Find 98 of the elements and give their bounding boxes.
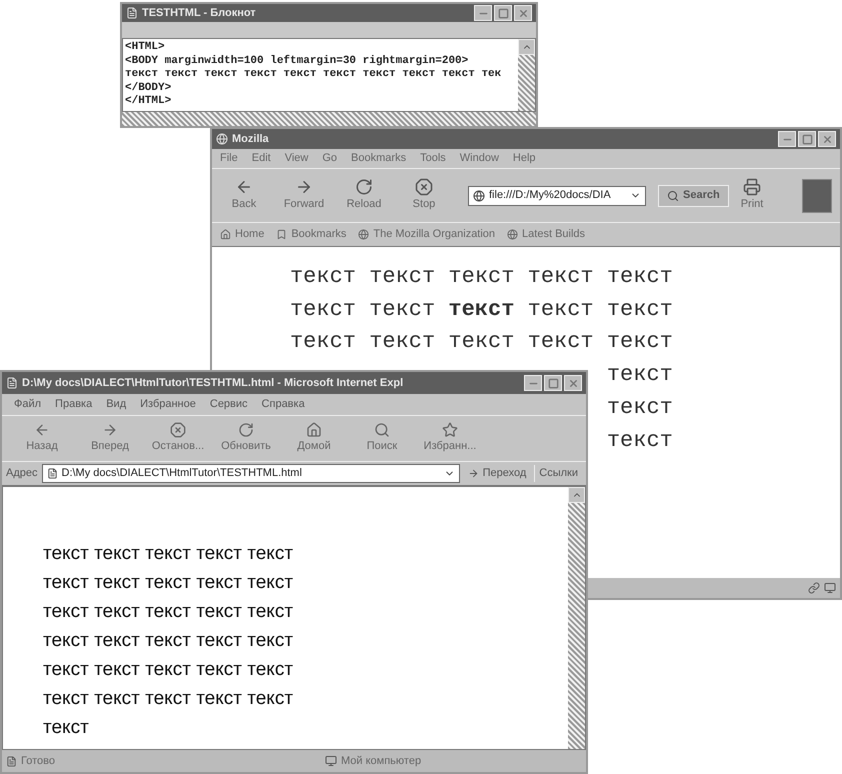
minimize-button[interactable] — [474, 5, 492, 21]
text-line: текст — [606, 394, 673, 422]
bookmark-icon — [276, 229, 288, 240]
links-button[interactable]: Ссылки — [534, 465, 582, 482]
toolbar-button[interactable]: Forward — [280, 178, 328, 213]
close-button[interactable] — [818, 131, 836, 147]
bookmark-button[interactable]: Latest Builds — [507, 226, 586, 243]
text-line: текст текст текст текст текст — [43, 629, 294, 653]
bookmark-button[interactable]: Bookmarks — [276, 226, 346, 243]
text-line: текст текст текст текст текст — [43, 687, 294, 711]
menu-item[interactable]: Вид — [106, 396, 126, 413]
monitor-icon — [824, 582, 836, 594]
home-icon — [306, 422, 322, 438]
maximize-icon — [802, 134, 812, 144]
text-line: текст текст текст текст текст — [43, 542, 294, 566]
menu-item[interactable]: Файл — [14, 396, 42, 413]
menu-item[interactable]: Go — [322, 150, 338, 167]
vertical-scrollbar[interactable] — [518, 39, 535, 111]
close-icon — [568, 378, 578, 388]
text-line: текст текст текст текст текст — [43, 600, 294, 624]
toolbar-button[interactable]: Домой — [282, 422, 346, 455]
toolbar-button[interactable]: Stop — [400, 178, 448, 213]
scroll-up-button[interactable] — [568, 487, 585, 503]
code-line: </BODY> — [125, 82, 172, 95]
maximize-icon — [548, 378, 558, 388]
print-button[interactable]: Print — [740, 178, 764, 213]
horizontal-scrollbar[interactable] — [122, 112, 536, 126]
reload-icon — [355, 178, 373, 196]
home-icon — [220, 229, 231, 240]
toolbar-button[interactable]: Избранн... — [418, 422, 482, 455]
search-button[interactable]: Search — [658, 184, 729, 206]
search-icon — [667, 190, 679, 202]
toolbar-button[interactable]: Обновить — [214, 422, 278, 455]
menu-item[interactable]: Edit — [252, 150, 271, 167]
text-line: текст — [606, 426, 673, 455]
printer-icon — [743, 178, 762, 196]
toolbar-button[interactable]: Поиск — [350, 422, 414, 455]
maximize-button[interactable] — [798, 131, 816, 147]
maximize-button[interactable] — [544, 375, 562, 391]
close-icon — [822, 134, 832, 144]
menu-item[interactable]: Window — [460, 150, 499, 167]
menu-item[interactable]: Bookmarks — [351, 150, 406, 167]
status-text: Готово — [21, 754, 56, 769]
menu-item[interactable]: Tools — [420, 150, 446, 167]
window-title: TESTHTML - Блокнот — [142, 6, 257, 21]
bookmark-button[interactable]: The Mozilla Organization — [358, 226, 496, 243]
stop-icon — [415, 178, 433, 196]
toolbar-button[interactable]: Back — [220, 178, 268, 213]
computer-icon — [325, 755, 337, 767]
close-icon — [518, 8, 528, 18]
text-line: текст текст текст текст текст — [43, 658, 294, 682]
text-line: текст — [43, 716, 89, 740]
globe-icon — [358, 229, 370, 240]
refresh-icon — [238, 422, 254, 438]
toolbar-button[interactable]: Вперед — [78, 422, 142, 455]
zone-text: Мой компьютер — [341, 754, 422, 769]
search-icon — [374, 422, 390, 438]
code-line: </HTML> — [125, 95, 172, 108]
maximize-icon — [498, 8, 508, 18]
go-arrow-icon — [468, 468, 479, 479]
menu-item[interactable]: File — [220, 150, 238, 167]
menu-item[interactable]: Сервис — [210, 396, 248, 413]
maximize-button[interactable] — [494, 5, 512, 21]
text-line: текст — [606, 361, 673, 390]
toolbar-button[interactable]: Назад — [10, 422, 74, 455]
text-line: текст текст текст текст текст — [290, 296, 673, 324]
close-button[interactable] — [514, 5, 532, 21]
menu-item[interactable]: Избранное — [140, 396, 196, 413]
vertical-scrollbar[interactable] — [568, 487, 585, 749]
text-line: текст текст текст текст текст — [290, 263, 673, 291]
menu-item[interactable]: View — [284, 150, 308, 167]
close-button[interactable] — [564, 375, 582, 391]
code-line: текст текст текст текст текст текст текст текст текст тек — [125, 68, 502, 82]
text-line: текст текст текст текст текст — [290, 328, 673, 356]
stop-icon — [170, 422, 186, 438]
minimize-button[interactable] — [778, 131, 796, 147]
toolbar-button[interactable]: Reload — [340, 178, 388, 213]
address-label: Адрес — [6, 466, 38, 482]
code-line: <BODY marginwidth=100 leftmargin=30 rightmargin=200> — [125, 54, 468, 68]
menu-item[interactable]: Справка — [262, 396, 305, 413]
address-field[interactable]: D:\My docs\DIALECT\HtmlTutor\TESTHTML.html — [42, 464, 460, 483]
menu-item[interactable]: Help — [512, 150, 536, 167]
star-icon — [442, 422, 458, 438]
toolbar-button[interactable]: Останов... — [146, 422, 210, 455]
go-button[interactable]: Переход — [464, 465, 530, 482]
minimize-button[interactable] — [524, 375, 542, 391]
url-field[interactable]: file:///D:/My%20docs/DIA — [468, 186, 646, 206]
menu-item[interactable]: Правка — [55, 396, 92, 413]
bookmark-button[interactable]: Home — [220, 226, 264, 243]
mozilla-icon — [216, 133, 228, 145]
text-line: текст текст текст текст текст — [43, 571, 294, 595]
connection-icon — [808, 582, 820, 594]
window-title: D:\My docs\DIALECT\HtmlTutor\TESTHTML.html - Microsoft Internet Expl — [22, 376, 404, 391]
notepad-icon — [126, 7, 138, 19]
window-title: Mozilla — [232, 132, 270, 147]
code-line: <HTML> — [125, 41, 165, 54]
globe-icon — [507, 229, 518, 240]
scroll-up-button[interactable] — [518, 39, 535, 55]
